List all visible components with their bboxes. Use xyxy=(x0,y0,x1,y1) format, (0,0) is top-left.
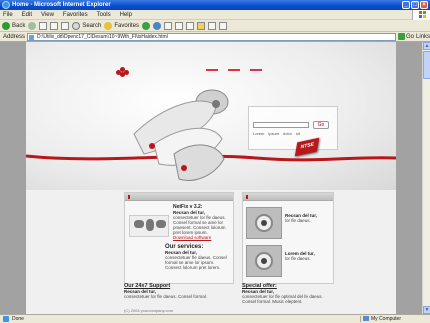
scroll-down-arrow-icon[interactable]: ▼ xyxy=(423,306,430,314)
item2-text: lor fle daeus. xyxy=(285,256,311,261)
support-text: consectetuer lor fle daeus. Consel forma… xyxy=(124,294,208,299)
right-content-box: Recsan del tur, lor fle daeus. Lorem del… xyxy=(242,192,334,284)
window-title-bar[interactable]: Home - Microsoft Internet Explorer _ □ × xyxy=(0,0,430,10)
status-text: Done xyxy=(0,316,360,322)
go-arrow-icon xyxy=(397,33,405,40)
box-header-bar xyxy=(125,193,233,201)
stop-icon[interactable] xyxy=(39,21,48,30)
edit-icon[interactable] xyxy=(186,21,195,30)
go-button[interactable]: Go xyxy=(397,33,414,40)
robot-figure-illustration xyxy=(133,89,229,181)
search-link[interactable]: sit xyxy=(296,131,300,136)
left-content-box: NetFix v 3.2: Recsan del tur, consectetu… xyxy=(124,192,234,284)
search-link[interactable]: Lorem xyxy=(253,131,264,136)
nav-link[interactable] xyxy=(250,69,262,71)
address-label: Address xyxy=(3,33,26,40)
back-button[interactable]: Back xyxy=(2,21,26,30)
status-bar: Done My Computer xyxy=(0,314,430,323)
offer-text: consectetuer lor fle optimal del fe daeu… xyxy=(242,294,323,304)
intro-text: consectetuer lor fle daeus. Consel forma… xyxy=(173,215,226,235)
menu-favorites[interactable]: Favorites xyxy=(63,12,88,18)
search-label: Search xyxy=(82,22,102,29)
website-template: Go Lorem ipsum dolor sit NTSE NetFix v 3… xyxy=(26,42,396,314)
window-title: Home - Microsoft Internet Explorer xyxy=(12,2,111,8)
home-icon[interactable] xyxy=(61,21,70,30)
favorites-button[interactable]: Favorites xyxy=(104,21,140,30)
product-thumbnail-1[interactable] xyxy=(246,207,282,239)
menu-help[interactable]: Help xyxy=(120,12,132,18)
page-viewport[interactable]: Go Lorem ipsum dolor sit NTSE NetFix v 3… xyxy=(0,42,422,314)
menu-edit[interactable]: Edit xyxy=(22,12,32,18)
product-thumbnail-2[interactable] xyxy=(246,245,282,277)
standard-toolbar: Back Search Favorites xyxy=(0,20,430,32)
minimize-button[interactable]: _ xyxy=(402,1,410,9)
zone-indicator: My Computer xyxy=(360,316,430,322)
maximize-button[interactable]: □ xyxy=(411,1,419,9)
go-label: Go xyxy=(405,33,414,40)
menu-tools[interactable]: Tools xyxy=(97,12,111,18)
back-label: Back xyxy=(12,22,26,29)
favorites-label: Favorites xyxy=(114,22,140,29)
site-search-button[interactable]: Go xyxy=(313,121,329,129)
vertical-scrollbar[interactable]: ▲ ▼ xyxy=(422,42,430,314)
services-text: consectetuer fle daeus. Consel formal se… xyxy=(165,255,227,270)
site-search-input[interactable] xyxy=(253,122,309,128)
menu-bar: File Edit View Favorites Tools Help xyxy=(0,10,430,20)
hero-banner: Go Lorem ipsum dolor sit NTSE xyxy=(26,42,396,190)
world-map-image xyxy=(129,215,169,237)
copyright-text: (C) 2004 yourcompany.com xyxy=(124,308,174,313)
special-offer-box: Special offer: Recsan del tur, consectet… xyxy=(242,283,336,308)
box-header-bar xyxy=(243,193,333,201)
refresh-icon[interactable] xyxy=(50,21,59,30)
nav-link[interactable] xyxy=(206,69,218,71)
messenger-icon[interactable] xyxy=(208,21,217,30)
print-icon[interactable] xyxy=(175,21,184,30)
folder-icon[interactable] xyxy=(197,21,206,30)
search-links: Lorem ipsum dolor sit xyxy=(253,131,300,136)
nav-link[interactable] xyxy=(228,69,240,71)
forward-arrow-icon[interactable] xyxy=(28,21,37,30)
back-arrow-icon xyxy=(2,21,10,30)
media-icon[interactable] xyxy=(142,21,151,30)
search-link[interactable]: ipsum xyxy=(268,131,279,136)
site-logo-icon[interactable] xyxy=(116,67,130,77)
download-link[interactable]: Download software xyxy=(173,235,231,240)
history-icon[interactable] xyxy=(153,21,162,30)
search-button[interactable]: Search xyxy=(72,21,102,30)
menu-view[interactable]: View xyxy=(41,12,54,18)
top-navigation xyxy=(206,69,262,71)
support-box: Our 24x7 Support Recsan del tur, consect… xyxy=(124,283,230,308)
scrollbar-thumb[interactable] xyxy=(423,51,430,79)
search-panel: Go Lorem ipsum dolor sit xyxy=(248,106,338,150)
window-controls: _ □ × xyxy=(402,1,428,9)
item1-text: lor fle daeus. xyxy=(285,218,311,223)
address-bar: Address D:\Utilix_dd\Dpenc17_CIDesum\10~… xyxy=(0,32,430,42)
search-link[interactable]: dolor xyxy=(283,131,292,136)
address-input[interactable]: D:\Utilix_dd\Dpenc17_CIDesum\10~9Wth_Fl\… xyxy=(27,32,396,41)
links-label[interactable]: Links xyxy=(416,34,430,40)
favorites-star-icon xyxy=(104,21,113,30)
search-icon xyxy=(72,21,81,30)
menu-file[interactable]: File xyxy=(3,12,13,18)
windows-logo-icon xyxy=(412,10,430,20)
internet-explorer-icon xyxy=(2,1,10,9)
mail-icon[interactable] xyxy=(164,21,173,30)
close-button[interactable]: × xyxy=(420,1,428,9)
research-icon[interactable] xyxy=(219,21,228,30)
bottom-row: Our 24x7 Support Recsan del tur, consect… xyxy=(124,283,336,308)
scroll-up-arrow-icon[interactable]: ▲ xyxy=(423,42,430,50)
